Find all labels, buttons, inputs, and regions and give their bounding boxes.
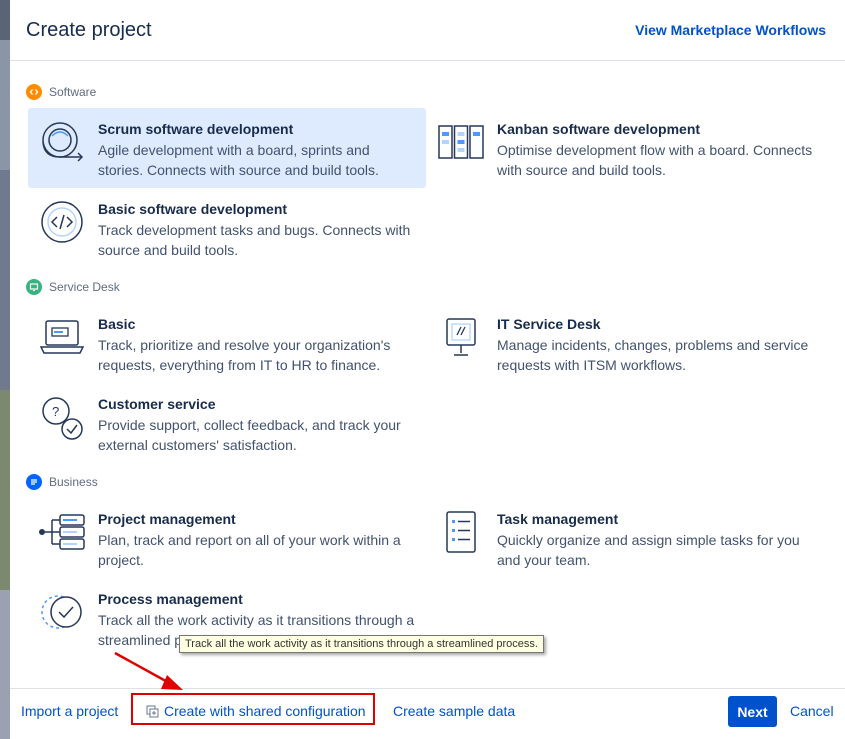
template-basic-service-desk[interactable]: Basic Track, prioritize and resolve your… (28, 303, 426, 383)
section-business: Business (26, 474, 98, 490)
template-customer-service[interactable]: ? Customer service Provide support, coll… (28, 383, 426, 463)
template-title: Task management (497, 510, 817, 528)
template-task-management[interactable]: Task management Quickly organize and ass… (427, 498, 825, 578)
checklist-icon (437, 508, 485, 556)
template-kanban-software-development[interactable]: Kanban software development Optimise dev… (427, 108, 825, 188)
section-software-label: Software (49, 85, 96, 99)
service-desk-icon (26, 279, 42, 295)
section-service-desk: Service Desk (26, 279, 120, 295)
template-title: Basic software development (98, 200, 418, 218)
template-description: Plan, track and report on all of your wo… (98, 530, 418, 570)
template-description: Provide support, collect feedback, and t… (98, 415, 418, 455)
template-it-service-desk[interactable]: IT Service Desk Manage incidents, change… (427, 303, 825, 383)
dialog-title: Create project (26, 19, 152, 42)
background-strip (0, 0, 10, 40)
background-strip (0, 40, 10, 170)
dialog-header: Create project View Marketplace Workflow… (10, 0, 845, 61)
template-title: Customer service (98, 395, 418, 413)
template-description: Manage incidents, changes, problems and … (497, 335, 817, 375)
view-marketplace-workflows-link[interactable]: View Marketplace Workflows (635, 22, 826, 38)
svg-text:?: ? (52, 404, 59, 419)
code-icon (38, 198, 86, 246)
template-description: Quickly organize and assign simple tasks… (497, 530, 817, 570)
annotation-arrow-icon (105, 645, 195, 700)
template-project-management[interactable]: Project management Plan, track and repor… (28, 498, 426, 578)
section-business-label: Business (49, 475, 98, 489)
template-title: IT Service Desk (497, 315, 817, 333)
template-description: Agile development with a board, sprints … (98, 140, 418, 180)
scrum-cycle-icon (38, 118, 86, 166)
template-description: Track development tasks and bugs. Connec… (98, 220, 418, 260)
cancel-button[interactable]: Cancel (790, 703, 834, 719)
monitor-icon (437, 313, 485, 361)
create-project-dialog: Create project View Marketplace Workflow… (10, 0, 845, 739)
business-icon (26, 474, 42, 490)
chat-bubbles-icon: ? (38, 393, 86, 441)
template-title: Scrum software development (98, 120, 418, 138)
create-sample-data-link[interactable]: Create sample data (393, 703, 515, 719)
template-description-tooltip: Track all the work activity as it transi… (179, 635, 544, 653)
next-button[interactable]: Next (728, 696, 777, 727)
section-software: Software (26, 84, 96, 100)
annotation-highlight-box (131, 693, 375, 725)
project-tree-icon (38, 508, 86, 556)
template-title: Kanban software development (497, 120, 817, 138)
background-strip (0, 170, 10, 390)
template-scrum-software-development[interactable]: Scrum software development Agile develop… (28, 108, 426, 188)
laptop-icon (38, 313, 86, 361)
background-strip (0, 590, 10, 739)
template-basic-software-development[interactable]: Basic software development Track develop… (28, 188, 426, 268)
software-icon (26, 84, 42, 100)
section-service-desk-label: Service Desk (49, 280, 120, 294)
import-project-link[interactable]: Import a project (21, 703, 118, 719)
template-title: Project management (98, 510, 418, 528)
template-title: Basic (98, 315, 418, 333)
template-description: Track, prioritize and resolve your organ… (98, 335, 418, 375)
process-check-icon (38, 588, 86, 636)
template-title: Process management (98, 590, 418, 608)
kanban-board-icon (437, 118, 485, 166)
template-description: Optimise development flow with a board. … (497, 140, 817, 180)
background-strip (0, 390, 10, 590)
